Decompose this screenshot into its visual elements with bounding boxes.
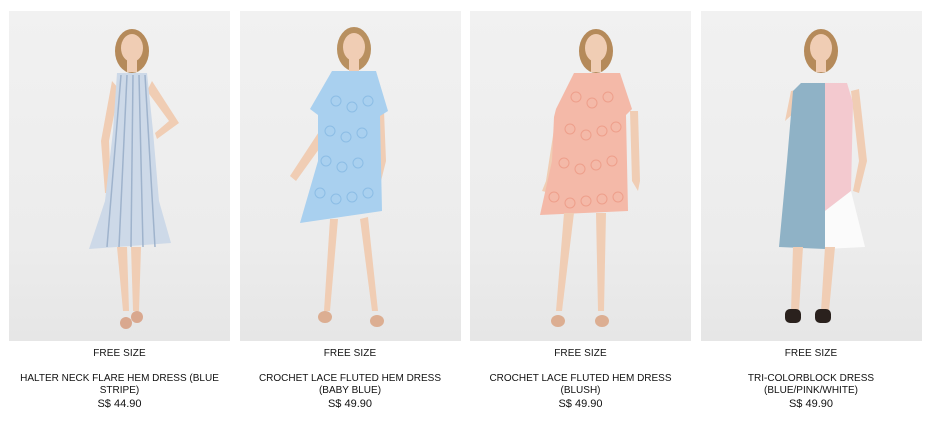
product-price: S$ 49.90: [558, 398, 603, 410]
product-name[interactable]: CROCHET LACE FLUTED HEM DRESS (BLUSH): [470, 373, 691, 397]
product-size: FREE SIZE: [323, 348, 377, 359]
product-price: S$ 49.90: [327, 398, 373, 410]
product-price: S$ 44.90: [97, 398, 142, 410]
product-name[interactable]: HALTER NECK FLARE HEM DRESS (BLUE STRIPE…: [9, 373, 230, 397]
product-size: FREE SIZE: [93, 348, 146, 359]
product-image[interactable]: [700, 11, 922, 341]
product-image[interactable]: [9, 11, 230, 341]
product-card[interactable]: FREE SIZE TRI-COLORBLOCK DRESS (BLUE/PIN…: [700, 11, 922, 411]
product-image[interactable]: [470, 11, 691, 341]
product-card[interactable]: FREE SIZE HALTER NECK FLARE HEM DRESS (B…: [9, 11, 230, 411]
product-grid: FREE SIZE HALTER NECK FLARE HEM DRESS (B…: [9, 11, 922, 411]
product-price: S$ 49.90: [788, 398, 834, 410]
product-name[interactable]: TRI-COLORBLOCK DRESS (BLUE/PINK/WHITE): [701, 373, 922, 397]
product-card[interactable]: FREE SIZE CROCHET LACE FLUTED HEM DRESS …: [470, 11, 691, 411]
product-size: FREE SIZE: [554, 348, 607, 359]
product-name[interactable]: CROCHET LACE FLUTED HEM DRESS (BABY BLUE…: [240, 373, 461, 397]
product-card[interactable]: FREE SIZE CROCHET LACE FLUTED HEM DRESS …: [239, 11, 461, 411]
product-size: FREE SIZE: [784, 348, 838, 359]
product-image[interactable]: [239, 11, 461, 341]
